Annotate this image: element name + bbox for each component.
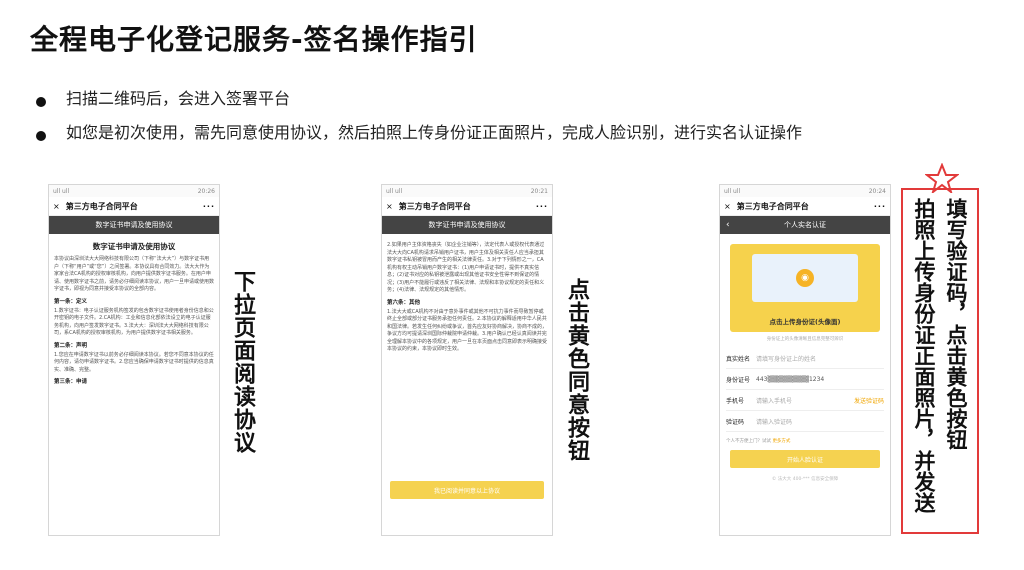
doc-paragraph: 1.您应在申请数字证书以前务必仔细阅读本协议。若您不同意本协议的任何内容，请勿申… <box>54 351 214 373</box>
form-row-name: 真实姓名 请填写身份证上的姓名 <box>726 348 884 369</box>
name-input[interactable]: 请填写身份证上的姓名 <box>756 354 884 363</box>
page-header: 数字证书申请及使用协议 <box>382 216 552 234</box>
more-menu-icon[interactable]: ··· <box>203 202 215 211</box>
id-card-upload-area[interactable]: ◉ 点击上传身份证(头像面) <box>730 244 880 332</box>
send-code-link[interactable]: 发送验证码 <box>854 396 884 405</box>
more-menu-icon[interactable]: ··· <box>536 202 548 211</box>
step-label-agree: 点击黄色同意按钮 <box>564 278 589 462</box>
status-bar: ull ull 20:21 <box>382 185 552 197</box>
doc-paragraph: 本协议由深圳法大大网络科技有限公司（下称“法大大”）与数字证书用户（下称“用户”… <box>54 256 215 292</box>
app-header: × 第三方电子合同平台 ··· <box>49 197 219 216</box>
app-title: 第三方电子合同平台 <box>65 201 138 211</box>
status-time: 20:26 <box>197 187 215 195</box>
app-title: 第三方电子合同平台 <box>736 201 809 211</box>
close-icon[interactable]: × <box>53 202 60 211</box>
status-bar: ull ull 20:26 <box>49 185 219 197</box>
signal-icon: ull ull <box>53 187 70 195</box>
field-label: 验证码 <box>726 418 745 426</box>
more-menu-icon[interactable]: ··· <box>874 202 886 211</box>
doc-section-title: 第六条：其他 <box>387 299 421 306</box>
phone-screenshot-agreement-start: ull ull 20:26 × 第三方电子合同平台 ··· 数字证书申请及使用协… <box>48 184 220 536</box>
step-label-upload-id: 拍照上传身份证正面照片，并发送 <box>912 198 936 513</box>
doc-section-title: 第一条：定义 <box>54 298 88 305</box>
back-arrow-icon[interactable]: ‹ <box>726 220 730 230</box>
page-header: 数字证书申请及使用协议 <box>49 216 219 234</box>
upload-label[interactable]: 点击上传身份证(头像面) <box>730 316 880 326</box>
doc-paragraph: 1.数字证书：电子认证服务机构签发的包含数字证书使用者身份信息和公开密钥的电子文… <box>54 307 214 337</box>
bullet-text: 扫描二维码后，会进入签署平台 <box>66 89 291 108</box>
bullet-dot-icon <box>36 131 46 141</box>
phone-input[interactable]: 请输入手机号 <box>756 396 854 405</box>
bullet-text: 如您是初次使用，需先同意使用协议，然后拍照上传身份证正面照片，完成人脸识别，进行… <box>66 123 803 142</box>
app-header: × 第三方电子合同平台 ··· <box>720 197 890 216</box>
start-face-recognition-button[interactable]: 开始人脸认证 <box>730 450 880 468</box>
more-methods-link[interactable]: 更多方式 <box>772 439 790 444</box>
upload-tip: 身份证上的头像清晰且信息完整可辨识 <box>766 337 844 342</box>
close-icon[interactable]: × <box>386 202 393 211</box>
close-icon[interactable]: × <box>724 202 731 211</box>
page-header-title: 数字证书申请及使用协议 <box>95 221 173 229</box>
agree-button[interactable]: 我已阅读并同意以上协议 <box>390 481 544 499</box>
highlight-box: 填写验证码，点击黄色按钮 拍照上传身份证正面照片，并发送 <box>901 188 979 534</box>
step-label-send-code: 填写验证码，点击黄色按钮 <box>944 198 968 450</box>
id-card-illustration: ◉ <box>752 254 858 302</box>
form-row-phone: 手机号 请输入手机号 发送验证码 <box>726 390 884 411</box>
step-label-scroll: 下拉页面阅读协议 <box>230 270 255 454</box>
form-row-code: 验证码 请输入验证码 <box>726 411 884 432</box>
status-time: 20:21 <box>530 187 548 195</box>
verification-code-input[interactable]: 请输入验证码 <box>756 417 884 426</box>
phone-screenshot-identity-verification: ull ull 20:24 × 第三方电子合同平台 ··· ‹ 个人实名认证 ◉… <box>719 184 891 536</box>
id-number-input[interactable]: 443▒▒▒▒▒▒▒▒▒1234 <box>756 376 884 383</box>
page-header: ‹ 个人实名认证 <box>720 216 890 234</box>
doc-section-title: 第二条：声明 <box>54 342 88 349</box>
app-header: × 第三方电子合同平台 ··· <box>382 197 552 216</box>
doc-heading: 数字证书申请及使用协议 <box>92 242 176 251</box>
signal-icon: ull ull <box>724 187 741 195</box>
form-row-id-number: 身份证号 443▒▒▒▒▒▒▒▒▒1234 <box>726 369 884 390</box>
status-time: 20:24 <box>868 187 886 195</box>
doc-paragraph: 2.如果用户主体资格丧失（如企业注销等），法定代表人或授权代表通过法大大向CA机… <box>387 242 545 293</box>
app-title: 第三方电子合同平台 <box>398 201 471 211</box>
field-label: 真实姓名 <box>726 355 751 363</box>
note-text: 个人不方便上门？试试 <box>726 439 771 444</box>
field-label: 身份证号 <box>726 376 751 384</box>
camera-icon[interactable]: ◉ <box>796 269 814 287</box>
bullet-dot-icon <box>36 97 46 107</box>
page-title: 全程电子化登记服务-签名操作指引 <box>30 23 478 56</box>
alt-method-note: 个人不方便上门？试试 更多方式 <box>726 438 884 444</box>
doc-paragraph: 1.法大大或CA机构不对由于意外事件或其他不可抗力事件而导致暂停或终止全部或部分… <box>387 308 548 353</box>
field-label: 手机号 <box>726 397 745 405</box>
page-header-title: 个人实名认证 <box>784 221 826 229</box>
status-bar: ull ull 20:24 <box>720 185 890 197</box>
footer-text: © 法大大 400-*** 信息安全保障 <box>771 477 839 482</box>
doc-section-title: 第三条：申请 <box>54 379 88 385</box>
phone-screenshot-agreement-end: ull ull 20:21 × 第三方电子合同平台 ··· 数字证书申请及使用协… <box>381 184 553 536</box>
page-header-title: 数字证书申请及使用协议 <box>428 221 506 229</box>
signal-icon: ull ull <box>386 187 403 195</box>
